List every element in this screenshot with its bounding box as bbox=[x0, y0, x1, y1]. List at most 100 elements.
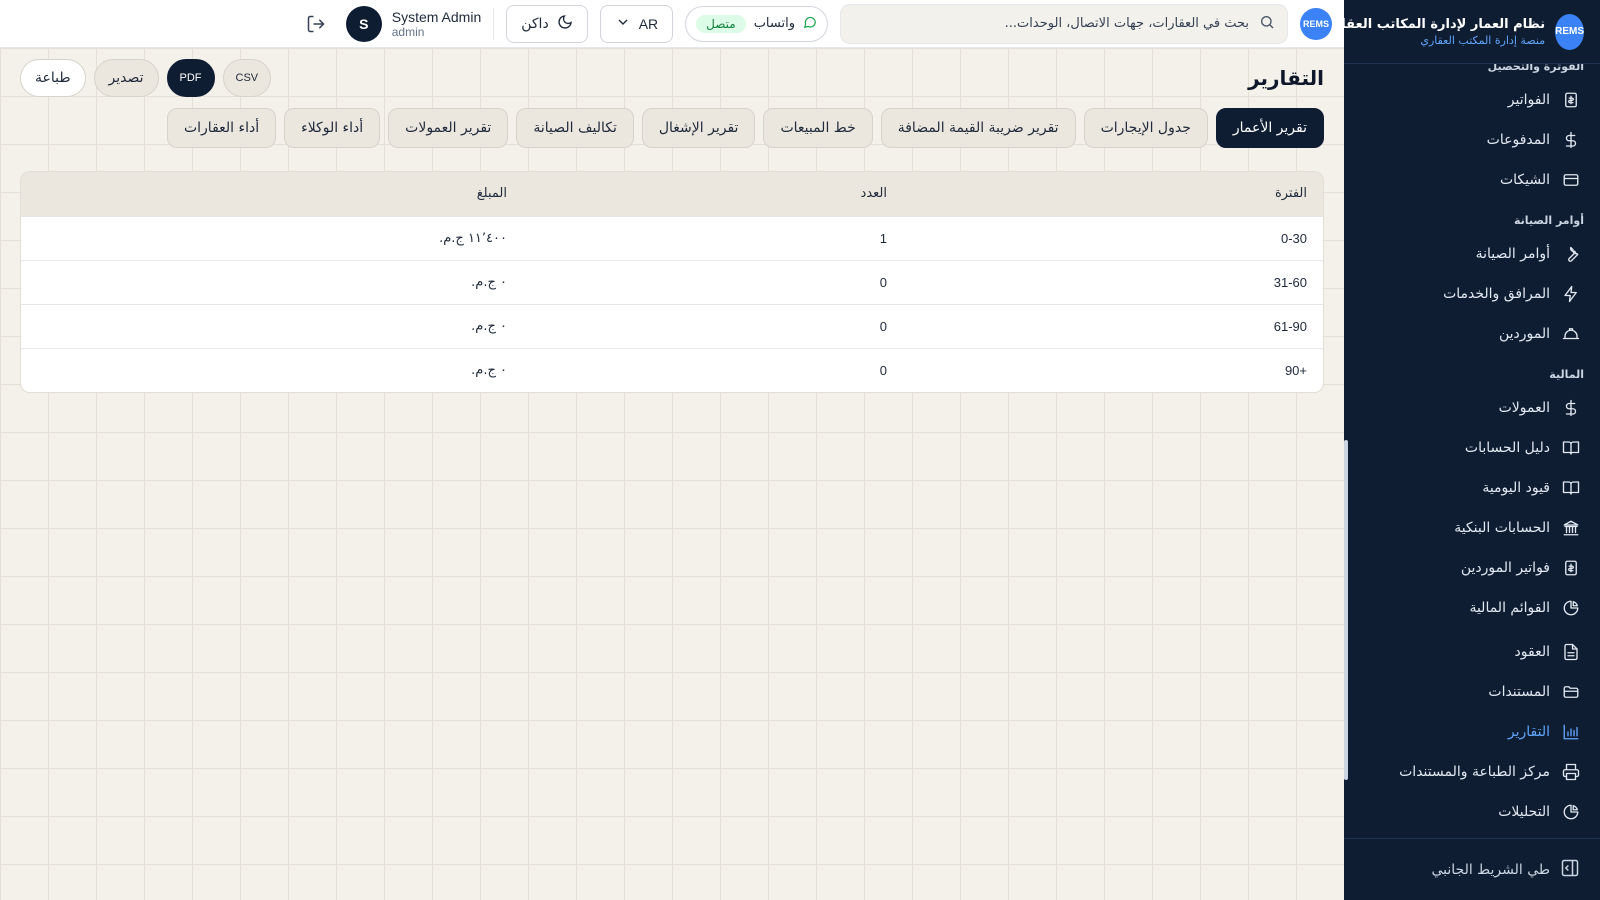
sidebar-item-contracts[interactable]: العقود bbox=[1352, 632, 1592, 672]
cell-amount: ١١٬٤٠٠ ج.م. bbox=[21, 215, 523, 260]
sidebar-item-utilities[interactable]: المرافق والخدمات bbox=[1352, 274, 1592, 314]
card-icon bbox=[1562, 171, 1580, 189]
sidebar-item-commissions[interactable]: العمولات bbox=[1352, 388, 1592, 428]
brand[interactable]: REMS نظام العمار لإدارة المكاتب العقارية… bbox=[1321, 0, 1600, 64]
status-badge: متصل bbox=[696, 14, 746, 33]
sidebar-item-print-center[interactable]: مركز الطباعة والمستندات bbox=[1352, 752, 1592, 792]
aging-report-table: الفترة العدد المبلغ 0-30 1 ١١٬٤٠٠ ج.م. 3… bbox=[20, 171, 1324, 393]
pdf-button[interactable]: PDF bbox=[166, 59, 215, 97]
table-header-row: الفترة العدد المبلغ bbox=[21, 172, 1323, 216]
theme-label: داكن bbox=[521, 15, 549, 32]
printer-icon bbox=[1562, 763, 1580, 781]
sidebar-item-label: التحليلات bbox=[1498, 804, 1550, 820]
sidebar-item-invoices[interactable]: الفواتير bbox=[1352, 80, 1592, 120]
sidebar-item-reports[interactable]: التقارير bbox=[1352, 712, 1592, 752]
sidebar-item-cheques[interactable]: الشيكات bbox=[1352, 160, 1592, 200]
export-actions: CSV PDF تصدير طباعة bbox=[20, 59, 272, 97]
whatsapp-status[interactable]: واتساب متصل bbox=[685, 5, 828, 42]
bolt-icon bbox=[1562, 285, 1580, 303]
tab-property-performance[interactable]: أداء العقارات bbox=[166, 108, 277, 148]
collapse-sidebar-icon bbox=[1560, 858, 1580, 882]
sidebar-item-vendors[interactable]: الموردين bbox=[1352, 314, 1592, 354]
sidebar-item-journal-entries[interactable]: قيود اليومية bbox=[1352, 468, 1592, 508]
pie-icon bbox=[1562, 803, 1580, 821]
page-title: التقارير bbox=[1248, 66, 1324, 90]
tab-rent-roll[interactable]: جدول الإيجارات bbox=[1083, 108, 1208, 148]
report-tabs: تقرير الأعمار جدول الإيجارات تقرير ضريبة… bbox=[20, 108, 1324, 148]
cell-count: 0 bbox=[523, 259, 903, 304]
chat-icon bbox=[803, 15, 817, 33]
sidebar-item-label: الموردين bbox=[1498, 326, 1550, 342]
brand-name: نظام العمار لإدارة المكاتب العقارية bbox=[1321, 16, 1546, 32]
logout-icon bbox=[306, 15, 326, 38]
topbar: REMS واتساب متصل AR داكن System Admin ad… bbox=[0, 0, 1344, 48]
moon-icon bbox=[557, 14, 573, 34]
sidebar-item-label: القوائم المالية bbox=[1469, 600, 1550, 616]
collapse-sidebar-button[interactable]: طي الشريط الجانبي bbox=[1344, 838, 1600, 900]
theme-toggle-button[interactable]: داكن bbox=[506, 4, 588, 43]
main-content: التقارير CSV PDF تصدير طباعة تقرير الأعم… bbox=[0, 48, 1344, 900]
column-header-period: الفترة bbox=[903, 172, 1323, 216]
cell-period: 61-90 bbox=[903, 303, 1323, 348]
sidebar-item-label: المستندات bbox=[1488, 684, 1550, 700]
invoice-icon bbox=[1562, 91, 1580, 109]
tab-occupancy-report[interactable]: تقرير الإشغال bbox=[641, 108, 756, 148]
language-select[interactable]: AR bbox=[599, 4, 674, 43]
sidebar-item-analytics[interactable]: التحليلات bbox=[1352, 792, 1592, 832]
app-logo[interactable]: REMS bbox=[1300, 7, 1332, 40]
sidebar-nav: الفوترة والتحصيل الفواتير المدفوعات الشي… bbox=[1344, 64, 1600, 836]
sidebar-item-label: الشيكات bbox=[1499, 172, 1550, 188]
sidebar-item-label: أوامر الصيانة bbox=[1475, 246, 1550, 262]
tab-maintenance-costs[interactable]: تكاليف الصيانة bbox=[516, 108, 634, 148]
invoice-icon bbox=[1562, 559, 1580, 577]
sidebar-item-label: العمولات bbox=[1498, 400, 1550, 416]
table-row: 31-60 0 ٠ ج.م. bbox=[21, 259, 1323, 304]
avatar[interactable]: S bbox=[345, 5, 382, 42]
user-name: System Admin bbox=[391, 8, 482, 25]
sidebar-item-bank-accounts[interactable]: الحسابات البنكية bbox=[1352, 508, 1592, 548]
cell-count: 0 bbox=[523, 303, 903, 348]
book-icon bbox=[1562, 479, 1580, 497]
folder-icon bbox=[1562, 683, 1580, 701]
export-button[interactable]: تصدير bbox=[93, 59, 159, 97]
tab-agent-performance[interactable]: أداء الوكلاء bbox=[284, 108, 381, 148]
global-search[interactable] bbox=[840, 3, 1288, 44]
column-header-amount: المبلغ bbox=[21, 172, 523, 216]
cell-count: 0 bbox=[523, 347, 903, 392]
logout-button[interactable] bbox=[306, 14, 326, 34]
tab-vat-report[interactable]: تقرير ضريبة القيمة المضافة bbox=[880, 108, 1076, 148]
cell-amount: ٠ ج.م. bbox=[21, 259, 523, 304]
sidebar-scrollbar[interactable] bbox=[1344, 440, 1348, 780]
chevron-down-icon bbox=[615, 14, 631, 34]
sidebar-item-financial-statements[interactable]: القوائم المالية bbox=[1352, 588, 1592, 628]
sidebar-item-payments[interactable]: المدفوعات bbox=[1352, 120, 1592, 160]
sidebar-item-chart-of-accounts[interactable]: دليل الحسابات bbox=[1352, 428, 1592, 468]
tab-aging-report[interactable]: تقرير الأعمار bbox=[1215, 108, 1324, 148]
tab-commission-report[interactable]: تقرير العمولات bbox=[388, 108, 509, 148]
sidebar-section-billing: الفوترة والتحصيل bbox=[1487, 64, 1584, 73]
sidebar-item-label: التقارير bbox=[1507, 724, 1550, 740]
cell-period: 0-30 bbox=[903, 215, 1323, 260]
sidebar-item-vendor-invoices[interactable]: فواتير الموردين bbox=[1352, 548, 1592, 588]
sidebar-item-maintenance-orders[interactable]: أوامر الصيانة bbox=[1352, 234, 1592, 274]
sidebar-item-label: الحسابات البنكية bbox=[1454, 520, 1550, 536]
sidebar-item-label: قيود اليومية bbox=[1482, 480, 1550, 496]
tab-sales-pipeline[interactable]: خط المبيعات bbox=[763, 108, 873, 148]
dollar-icon bbox=[1562, 131, 1580, 149]
cell-count: 1 bbox=[523, 215, 903, 260]
pie-icon bbox=[1562, 599, 1580, 617]
dollar-icon bbox=[1562, 399, 1580, 417]
column-header-count: العدد bbox=[523, 172, 903, 216]
book-icon bbox=[1562, 439, 1580, 457]
bank-icon bbox=[1562, 519, 1580, 537]
sidebar-item-label: فواتير الموردين bbox=[1460, 560, 1550, 576]
print-button[interactable]: طباعة bbox=[20, 59, 86, 97]
search-input[interactable] bbox=[853, 16, 1249, 31]
sidebar-item-documents[interactable]: المستندات bbox=[1352, 672, 1592, 712]
divider bbox=[493, 7, 495, 40]
user-menu[interactable]: System Admin admin S bbox=[345, 5, 482, 42]
cell-period: 31-60 bbox=[903, 259, 1323, 304]
sidebar-item-label: مركز الطباعة والمستندات bbox=[1399, 764, 1550, 780]
csv-button[interactable]: CSV bbox=[222, 59, 272, 97]
search-icon bbox=[1259, 14, 1275, 34]
